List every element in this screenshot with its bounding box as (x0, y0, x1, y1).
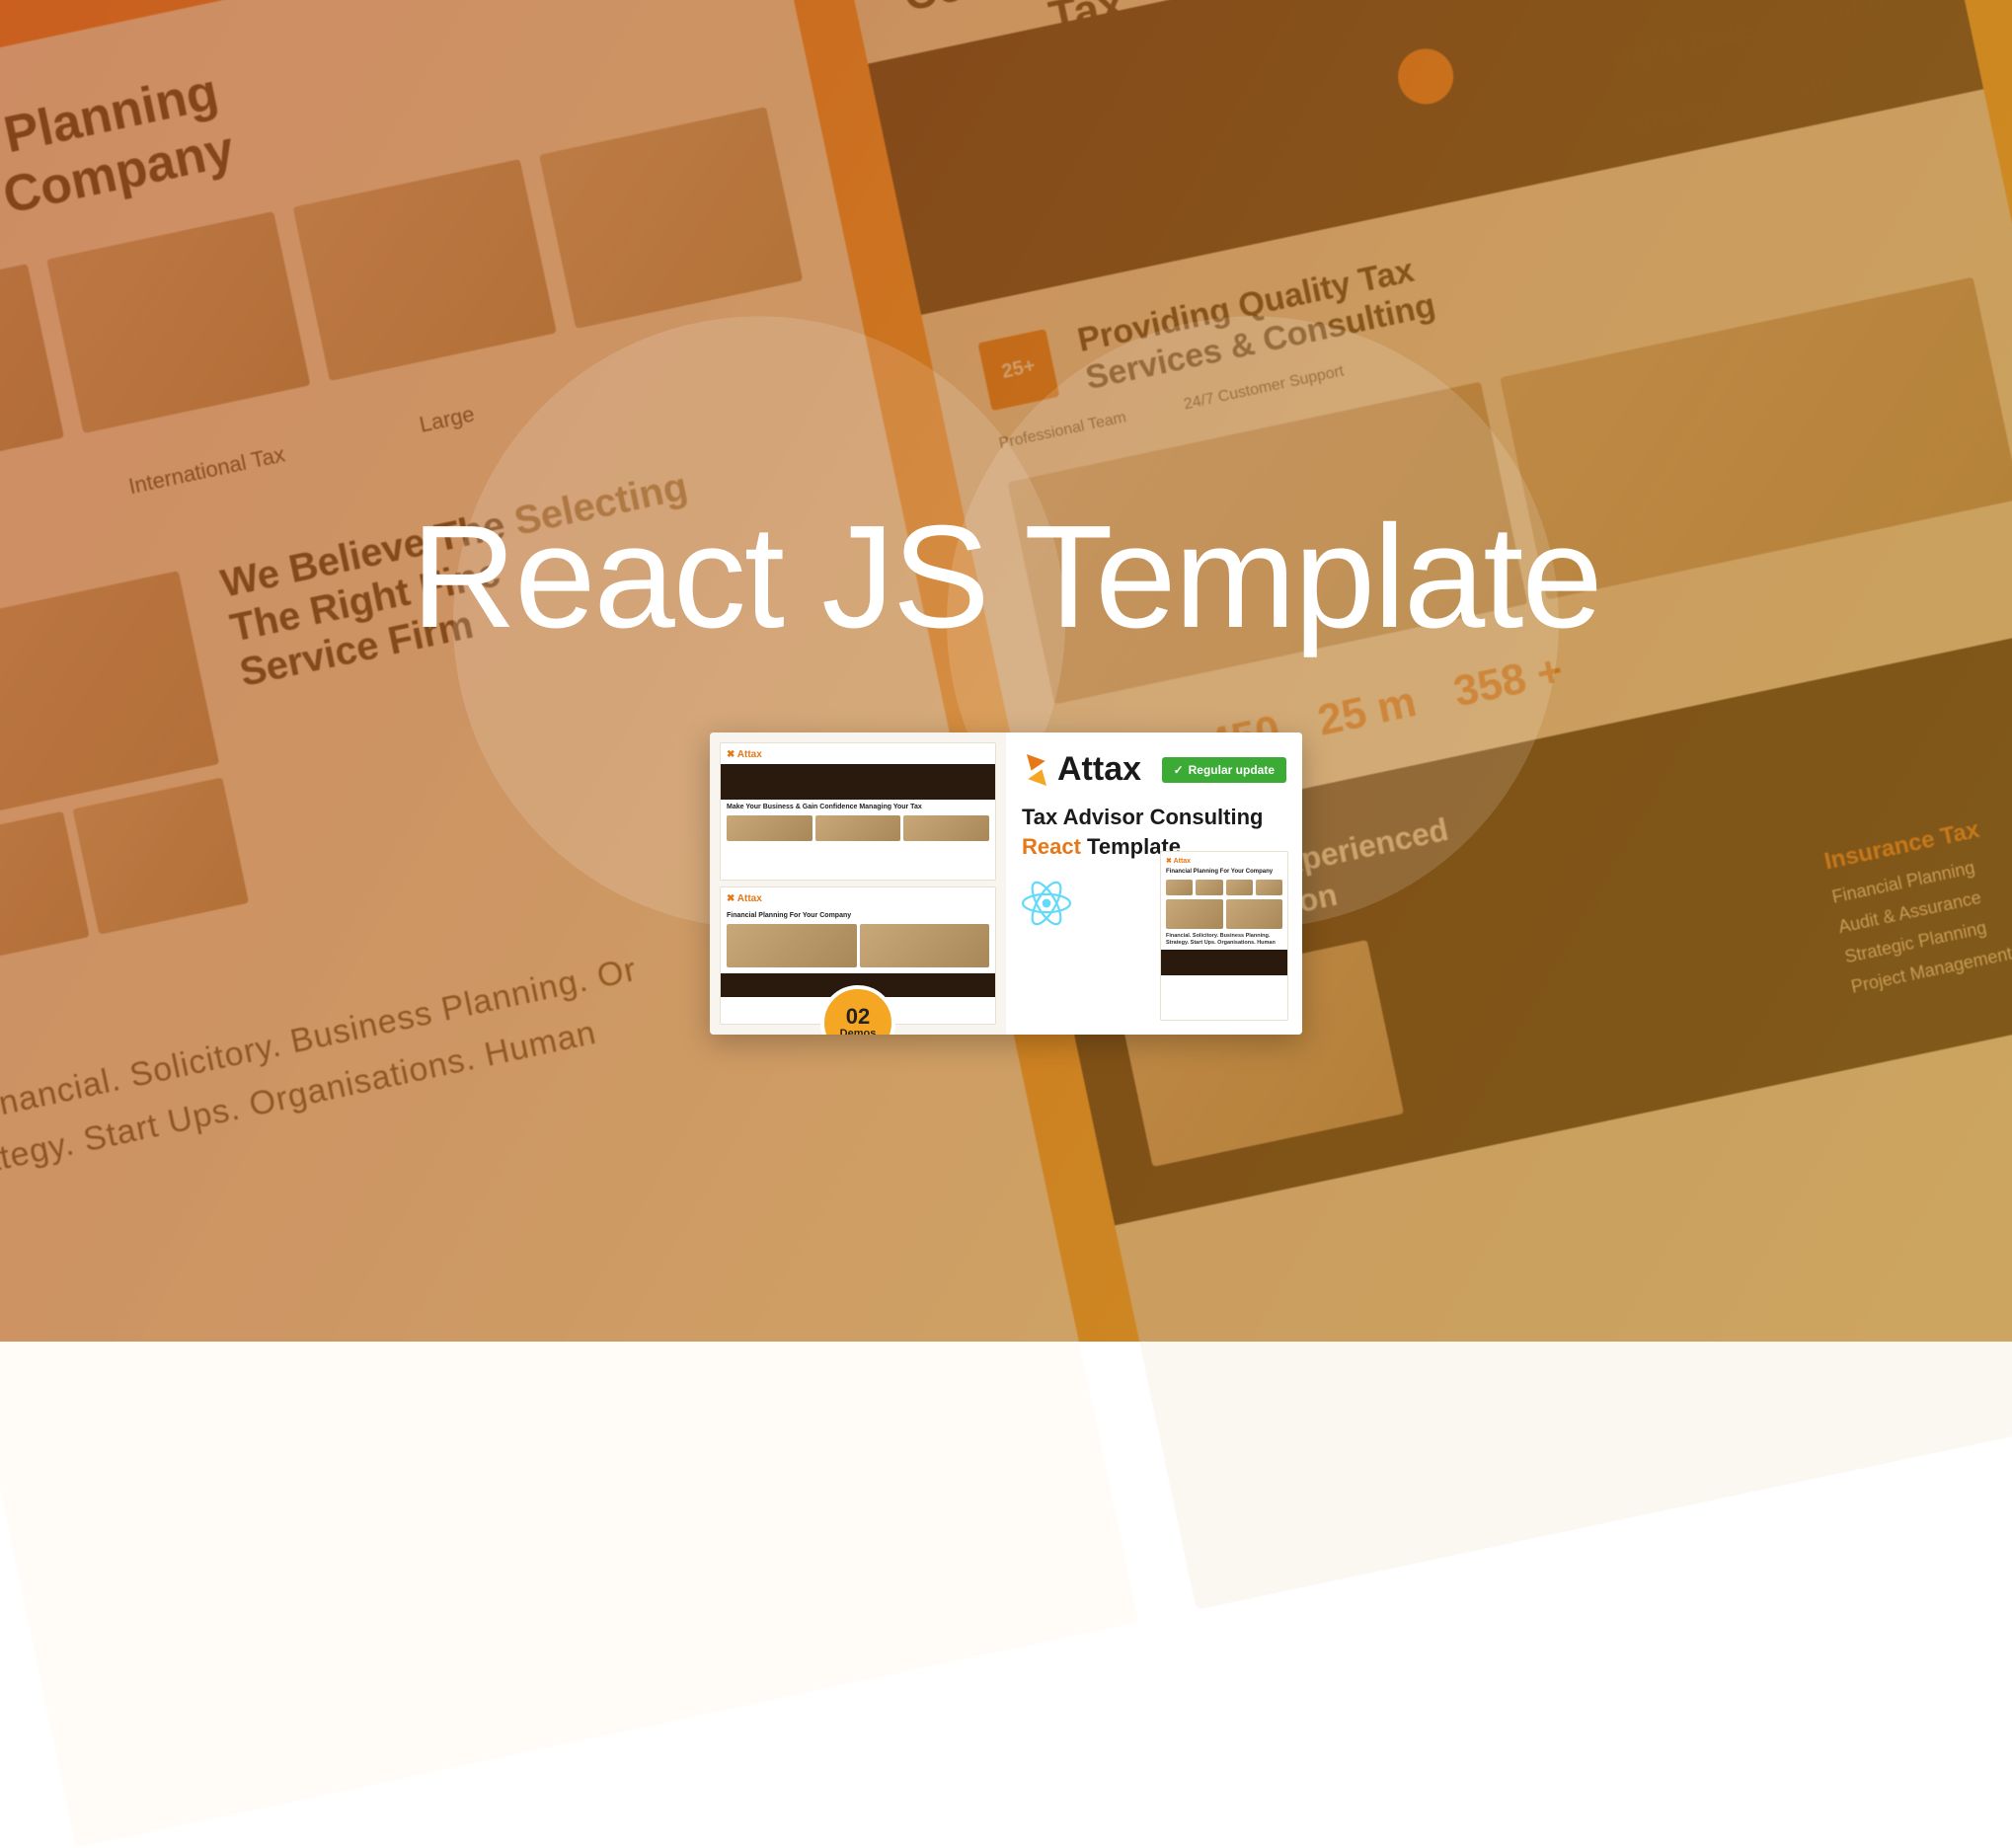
tagline-line: Tax Advisor Consulting (1022, 805, 1263, 829)
brand-logo: Attax (1022, 750, 1141, 789)
mini-photo (1256, 880, 1282, 895)
mini-photo (860, 924, 990, 967)
demos-label: Demos (840, 1028, 877, 1035)
mini-photo (727, 815, 813, 841)
product-card: Attax Make Your Business & Gain Confiden… (710, 732, 1302, 1035)
update-badge: Regular update (1162, 757, 1286, 783)
demos-count: 02 (846, 1006, 870, 1028)
mini-hero-text: Financial Planning For Your Company (727, 912, 989, 920)
tagline-react: React (1022, 834, 1081, 859)
brand-row: Attax Regular update (1022, 750, 1286, 789)
react-logo-icon (1022, 879, 1071, 928)
mini-tags: Financial. Solicitory. Business Planning… (1166, 933, 1282, 946)
mini-photo (815, 815, 901, 841)
mini-dark-strip (1161, 950, 1287, 975)
mini-photo (1226, 880, 1253, 895)
update-badge-text: Regular update (1189, 763, 1275, 777)
mini-photo (1196, 880, 1222, 895)
mini-photo (1166, 880, 1193, 895)
mini-photo (727, 924, 857, 967)
card-previews-panel: Attax Make Your Business & Gain Confiden… (710, 732, 1006, 1035)
mini-preview: Attax Make Your Business & Gain Confiden… (720, 742, 996, 881)
main-title: React JS Template (0, 494, 2012, 661)
mini-preview-right: Attax Financial Planning For Your Compan… (1160, 851, 1288, 1021)
mini-hero-text: Make Your Business & Gain Confidence Man… (727, 804, 989, 811)
brand-name: Attax (1057, 750, 1141, 789)
mini-logo: Attax (727, 749, 989, 760)
mini-logo: Attax (1166, 857, 1282, 865)
mini-hero-text: Financial Planning For Your Company (1166, 869, 1282, 876)
mini-photo (903, 815, 989, 841)
mini-photo (1166, 899, 1223, 929)
card-info-panel: Attax Regular update Tax Advisor Consult… (1006, 732, 1302, 1035)
mini-dark-strip (721, 764, 995, 800)
mini-logo: Attax (727, 893, 989, 904)
brand-mark-icon (1022, 755, 1051, 785)
mini-photo (1226, 899, 1283, 929)
